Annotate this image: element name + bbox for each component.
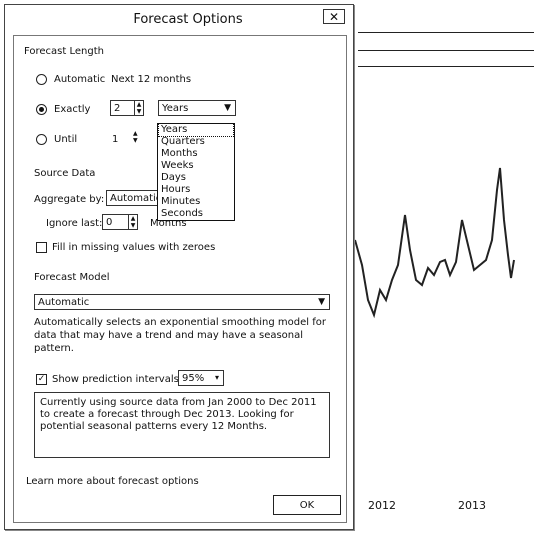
until-radio[interactable] [36,134,47,145]
dropdown-option[interactable]: Hours [161,184,190,196]
dropdown-option[interactable]: Seconds [161,208,203,220]
workspace-divider [358,32,534,33]
prediction-intervals-label[interactable]: Show prediction intervals [52,374,179,385]
ok-button[interactable]: OK [273,495,341,515]
dropdown-option[interactable]: Months [161,148,198,160]
forecast-model-description: Automatically selects an exponential smo… [34,317,326,354]
automatic-label[interactable]: Automatic [54,74,105,85]
dropdown-option[interactable]: Weeks [161,160,194,172]
ok-button-label: OK [299,499,315,511]
source-data-heading: Source Data [34,168,96,179]
ignore-last-stepper[interactable]: 0 ▲ ▼ [102,214,138,230]
close-icon: ✕ [328,9,340,24]
confidence-value: 95% [182,373,205,384]
chevron-down-icon: ▾ [214,373,219,382]
until-label[interactable]: Until [54,134,77,145]
close-button[interactable]: ✕ [323,9,345,24]
chevron-down-icon: ▼ [318,297,325,307]
prediction-intervals-checkbox[interactable]: ✓ [36,374,47,385]
dialog-body: Forecast Length Automatic Next 12 months… [13,35,347,523]
until-value[interactable]: 1 [112,134,118,145]
chevron-down-icon: ▼ [224,103,231,113]
dropdown-option[interactable]: Minutes [161,196,200,208]
summary-textbox: Currently using source data from Jan 200… [34,392,330,458]
exactly-label[interactable]: Exactly [54,104,90,115]
workspace-divider [358,66,534,67]
dropdown-option[interactable]: Years [158,123,234,137]
dialog-title: Forecast Options [133,12,243,27]
forecast-model-value: Automatic [38,297,90,308]
until-stepper-icon[interactable]: ▲ ▼ [133,130,138,144]
dropdown-option[interactable]: Quarters [161,136,205,148]
aggregate-select[interactable]: Automatic [106,190,162,206]
chart-year-label: 2012 [368,499,396,512]
ignore-last-value: 0 [106,217,113,228]
confidence-select[interactable]: 95% ▾ [178,370,224,386]
title-bar: Forecast Options ✕ [5,5,353,31]
stepper-arrows-icon[interactable]: ▲ ▼ [128,215,137,229]
ignore-last-label: Ignore last: [46,218,103,229]
forecast-chart [354,167,515,319]
forecast-model-heading: Forecast Model [34,272,110,283]
aggregate-value: Automatic [110,193,162,204]
learn-more-link[interactable]: Learn more about forecast options [26,476,199,487]
unit-dropdown-list[interactable]: Years Quarters Months Weeks Days Hours M… [157,123,235,221]
dropdown-option[interactable]: Days [161,172,186,184]
length-unit-value: Years [162,103,189,114]
fill-zeroes-label[interactable]: Fill in missing values with zeroes [52,242,215,253]
automatic-radio[interactable] [36,74,47,85]
forecast-length-heading: Forecast Length [24,46,104,57]
forecast-model-select[interactable]: Automatic ▼ [34,294,330,310]
exactly-stepper[interactable]: 2 ▲ ▼ [110,100,144,116]
exactly-radio[interactable] [36,104,47,115]
stepper-arrows-icon[interactable]: ▲ ▼ [134,101,143,115]
chart-year-label: 2013 [458,499,486,512]
forecast-options-dialog: Forecast Options ✕ Forecast Length Autom… [4,4,354,530]
workspace-divider [358,50,534,51]
exactly-stepper-value: 2 [114,103,121,114]
aggregate-label: Aggregate by: [34,194,105,205]
automatic-hint: Next 12 months [111,74,192,85]
chart-series-line [354,167,515,319]
fill-zeroes-checkbox[interactable] [36,242,47,253]
length-unit-select[interactable]: Years ▼ [158,100,236,116]
